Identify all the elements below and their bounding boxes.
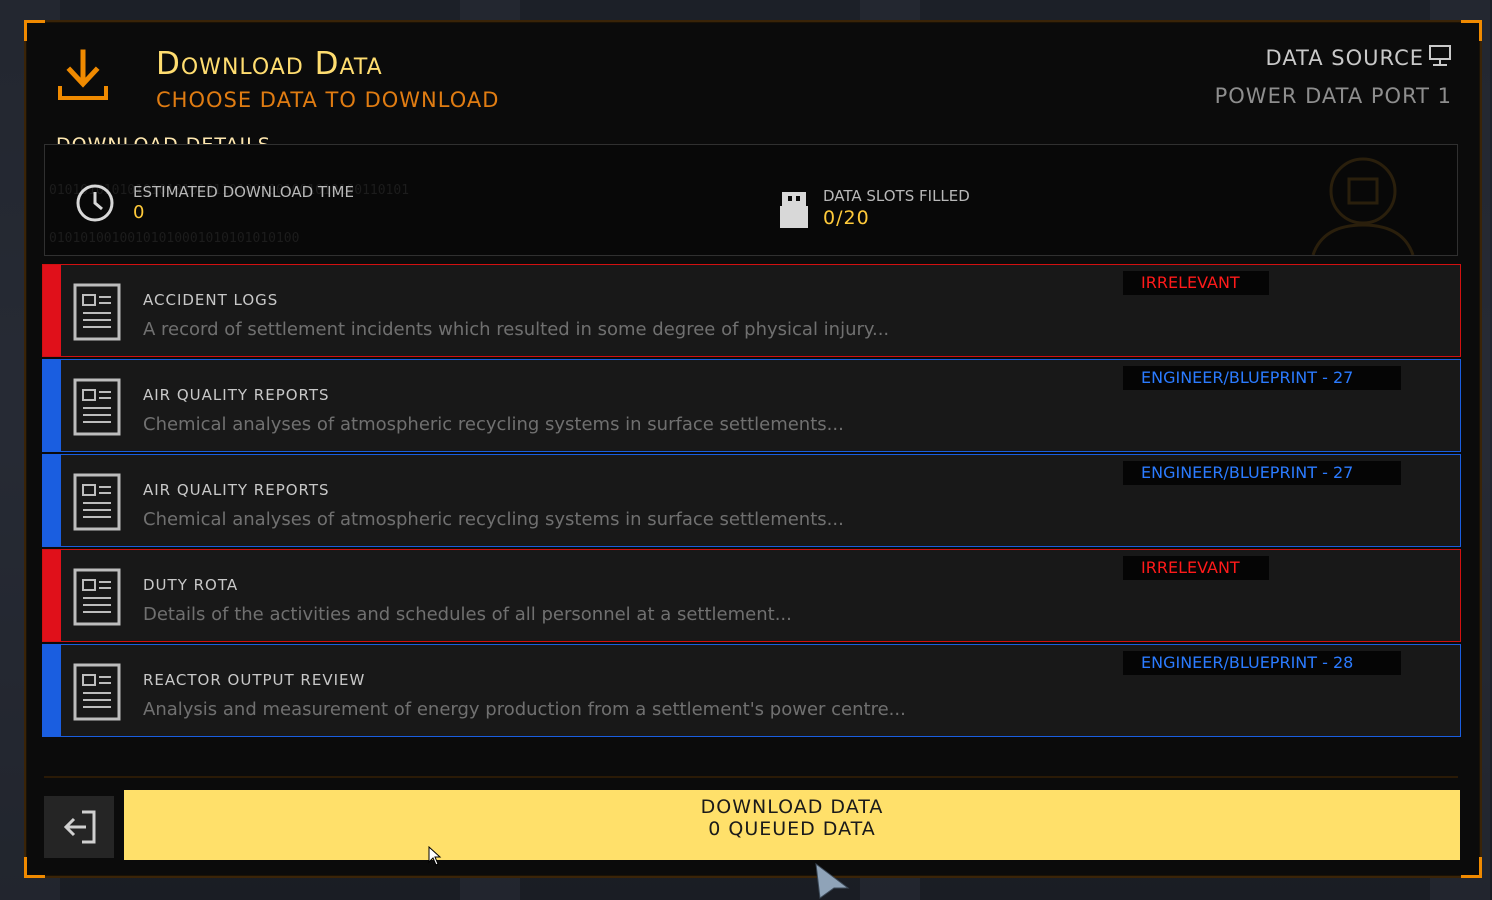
panel-corner (24, 20, 45, 41)
item-tag: IRRELEVANT (1123, 556, 1269, 580)
usb-icon (780, 192, 808, 228)
clock-icon (76, 184, 114, 222)
document-icon (73, 473, 121, 531)
item-tag: ENGINEER/BLUEPRINT - 27 (1123, 366, 1401, 390)
list-item[interactable]: DUTY ROTA Details of the activities and … (42, 549, 1461, 642)
mouse-cursor-icon (428, 846, 442, 866)
download-details-box: 0101010101010101010101101001001001010100… (44, 144, 1458, 256)
estimated-time-label: ESTIMATED DOWNLOAD TIME (133, 183, 354, 201)
terminal-icon (1429, 45, 1451, 66)
estimated-time-value: 0 (133, 202, 145, 223)
download-data-button[interactable]: DOWNLOAD DATA 0 QUEUED DATA (124, 790, 1460, 860)
data-list: ACCIDENT LOGS A record of settlement inc… (42, 264, 1461, 739)
category-bar (43, 455, 61, 546)
item-title: AIR QUALITY REPORTS (143, 481, 330, 499)
category-bar (43, 360, 61, 451)
document-icon (73, 568, 121, 626)
download-panel: Download Data CHOOSE DATA TO DOWNLOAD DA… (24, 20, 1482, 878)
commander-silhouette-icon (1311, 157, 1415, 255)
data-slots-value: 0/20 (823, 207, 870, 229)
download-button-label: DOWNLOAD DATA (700, 796, 884, 818)
item-tag: ENGINEER/BLUEPRINT - 27 (1123, 461, 1401, 485)
item-description: Analysis and measurement of energy produ… (143, 699, 906, 720)
item-title: REACTOR OUTPUT REVIEW (143, 671, 366, 689)
item-title: ACCIDENT LOGS (143, 291, 279, 309)
item-description: Details of the activities and schedules … (143, 604, 792, 625)
queued-count-label: 0 QUEUED DATA (708, 818, 876, 840)
data-slots-label: DATA SLOTS FILLED (823, 187, 970, 205)
item-description: A record of settlement incidents which r… (143, 319, 890, 340)
list-item[interactable]: REACTOR OUTPUT REVIEW Analysis and measu… (42, 644, 1461, 737)
page-subtitle: CHOOSE DATA TO DOWNLOAD (156, 88, 500, 112)
document-icon (73, 663, 121, 721)
item-title: DUTY ROTA (143, 576, 239, 594)
item-description: Chemical analyses of atmospheric recycli… (143, 414, 844, 435)
page-title: Download Data (156, 46, 383, 82)
category-bar (43, 550, 61, 641)
data-source-label: DATA SOURCE (1265, 46, 1424, 70)
exit-button[interactable] (44, 796, 114, 858)
exit-icon (63, 810, 96, 844)
panel-corner (1461, 857, 1482, 878)
panel-corner (24, 857, 45, 878)
item-tag: ENGINEER/BLUEPRINT - 28 (1123, 651, 1401, 675)
list-item[interactable]: AIR QUALITY REPORTS Chemical analyses of… (42, 359, 1461, 452)
panel-corner (1461, 20, 1482, 41)
divider (44, 776, 1458, 778)
category-bar (43, 645, 61, 736)
item-tag: IRRELEVANT (1123, 271, 1269, 295)
document-icon (73, 378, 121, 436)
item-title: AIR QUALITY REPORTS (143, 386, 330, 404)
ship-pointer-icon (815, 862, 850, 899)
item-description: Chemical analyses of atmospheric recycli… (143, 509, 844, 530)
list-item[interactable]: ACCIDENT LOGS A record of settlement inc… (42, 264, 1461, 357)
list-item[interactable]: AIR QUALITY REPORTS Chemical analyses of… (42, 454, 1461, 547)
data-source-value: POWER DATA PORT 1 (1214, 84, 1452, 108)
document-icon (73, 283, 121, 341)
category-bar (43, 265, 61, 356)
download-icon (58, 49, 108, 100)
